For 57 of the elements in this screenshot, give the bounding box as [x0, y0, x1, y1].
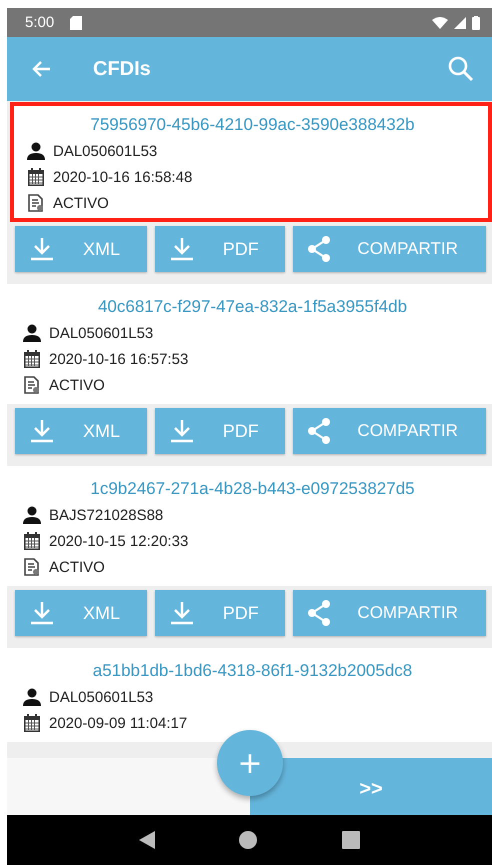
cfdi-card[interactable]: a51bb1db-1bd6-4318-86f1-9132b2005dc8 DAL050601L53 2020-09-09 11:04:17 — [7, 648, 492, 742]
share-button[interactable]: COMPARTIR — [293, 408, 486, 454]
date-text: 2020-10-16 16:57:53 — [49, 350, 188, 368]
download-icon — [168, 601, 195, 625]
rfc-text: DAL050601L53 — [49, 688, 154, 706]
share-icon — [307, 418, 332, 444]
share-button[interactable]: COMPARTIR — [293, 590, 486, 636]
screen-title: CFDIs — [93, 58, 151, 80]
calendar-icon — [23, 714, 41, 732]
status-time: 5:00 — [25, 14, 54, 31]
rfc-text: BAJS721028S88 — [49, 506, 164, 524]
date-text: 2020-10-15 12:20:33 — [49, 532, 188, 550]
person-icon — [23, 324, 41, 342]
cfdi-uuid: a51bb1db-1bd6-4318-86f1-9132b2005dc8 — [92, 660, 414, 682]
pdf-download-button[interactable]: PDF — [154, 408, 286, 454]
status-text: ACTIVO — [49, 376, 105, 394]
calendar-icon — [23, 350, 41, 368]
download-icon — [29, 237, 55, 261]
battery-icon — [472, 16, 480, 30]
download-icon — [168, 419, 195, 443]
document-icon — [23, 376, 41, 394]
person-icon — [23, 688, 41, 706]
download-icon — [29, 601, 55, 625]
pdf-download-button[interactable]: PDF — [154, 226, 286, 272]
cfdi-card[interactable]: 40c6817c-f297-47ea-832a-1f5a3955f4db DAL050601L53 2020-10-16 16:57:53 ACTIVO — [7, 284, 492, 404]
document-icon — [27, 194, 45, 212]
download-icon — [168, 237, 195, 261]
wifi-icon — [432, 16, 448, 28]
share-icon — [307, 600, 332, 626]
share-icon — [307, 236, 332, 262]
cfdi-uuid: 75956970-45b6-4210-99ac-3590e388432b — [89, 114, 416, 136]
person-icon — [27, 142, 45, 160]
xml-download-button[interactable]: XML — [15, 590, 147, 636]
cfdi-card[interactable]: 1c9b2467-271a-4b28-b443-e097253827d5 BAJS721028S88 2020-10-15 12:20:33 ACTIVO — [7, 466, 492, 586]
back-triangle-icon[interactable] — [139, 831, 156, 849]
document-icon — [23, 558, 41, 576]
share-button[interactable]: COMPARTIR — [293, 226, 486, 272]
home-circle-icon[interactable] — [239, 831, 258, 849]
date-text: 2020-09-09 11:04:17 — [49, 714, 188, 732]
status-text: ACTIVO — [49, 558, 105, 576]
pdf-download-button[interactable]: PDF — [154, 590, 286, 636]
date-text: 2020-10-16 16:58:48 — [53, 168, 192, 186]
person-icon — [23, 506, 41, 524]
cfdi-card[interactable]: 75956970-45b6-4210-99ac-3590e388432b DAL050601L53 2020-10-16 16:58:48 ACTIVO — [10, 102, 492, 222]
cfdi-uuid: 40c6817c-f297-47ea-832a-1f5a3955f4db — [96, 296, 408, 318]
download-icon — [29, 419, 55, 443]
rfc-text: DAL050601L53 — [49, 324, 154, 342]
xml-download-button[interactable]: XML — [15, 226, 147, 272]
signal-icon — [454, 16, 466, 28]
sd-card-icon — [70, 16, 82, 30]
rfc-text: DAL050601L53 — [53, 142, 158, 160]
cfdi-uuid: 1c9b2467-271a-4b28-b443-e097253827d5 — [89, 478, 416, 500]
xml-download-button[interactable]: XML — [15, 408, 147, 454]
calendar-icon — [23, 532, 41, 550]
calendar-icon — [27, 168, 45, 186]
recents-square-icon[interactable] — [342, 831, 360, 849]
status-text: ACTIVO — [53, 194, 109, 212]
